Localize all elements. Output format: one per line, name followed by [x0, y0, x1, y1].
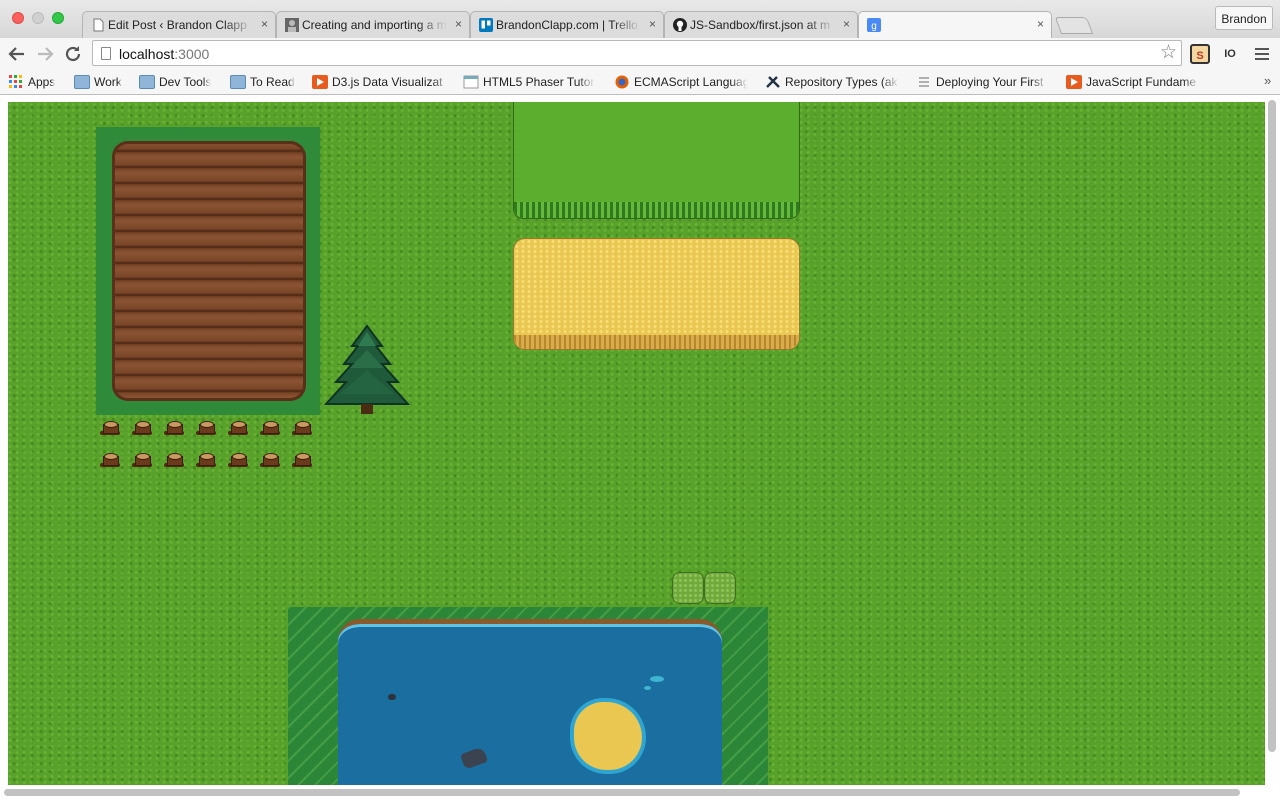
pond-water: [338, 619, 722, 785]
tree-stump: [132, 452, 152, 468]
bush: [704, 572, 736, 604]
water-ripple: [650, 676, 664, 682]
s-extension-icon[interactable]: S: [1190, 44, 1210, 64]
tree-stump: [292, 420, 312, 436]
page-icon: [101, 47, 111, 60]
tree-stump: [228, 420, 248, 436]
tab-trello[interactable]: BrandonClapp.com | Trello ×: [470, 11, 664, 38]
tall-grass-patch: [513, 102, 800, 219]
reload-icon: [65, 46, 81, 62]
tab-label: BrandonClapp.com | Trello: [496, 18, 638, 32]
pine-tree: [324, 324, 410, 414]
bookmark-ecmascript[interactable]: ECMAScript Languag: [614, 73, 750, 91]
tab-close-icon[interactable]: ×: [649, 17, 656, 31]
github-icon: [673, 18, 687, 32]
avatar-icon: [285, 18, 299, 32]
large-rock: [459, 746, 489, 770]
tab-label: Edit Post ‹ Brandon Clapp: [108, 18, 247, 32]
bookmarks-overflow-button[interactable]: »: [1264, 73, 1271, 88]
tree-stump: [164, 420, 184, 436]
page-viewport: [0, 95, 1280, 800]
bookmark-apps[interactable]: Apps: [8, 73, 62, 91]
small-rock: [388, 694, 396, 700]
window-maximize-button[interactable]: [52, 12, 64, 24]
io-extension-icon[interactable]: IO: [1220, 44, 1240, 64]
bookmark-deploying[interactable]: Deploying Your First: [916, 73, 1050, 91]
folder-icon: [74, 75, 90, 89]
bookmark-star-icon[interactable]: ☆: [1160, 42, 1177, 64]
firefox-icon: [615, 75, 629, 89]
list-icon: [919, 77, 929, 87]
tree-stump: [228, 452, 248, 468]
tree-stump: [292, 452, 312, 468]
bookmark-to-read[interactable]: To Read: [230, 73, 302, 91]
tree-stump: [132, 420, 152, 436]
tree-stump: [260, 452, 280, 468]
window-close-button[interactable]: [12, 12, 24, 24]
tab-close-icon[interactable]: ×: [455, 17, 462, 31]
farm-plot: [96, 127, 320, 415]
tilled-soil: [112, 141, 306, 401]
tree-stump: [196, 420, 216, 436]
forward-button[interactable]: [34, 43, 56, 65]
tree-stump: [164, 452, 184, 468]
tab-strip: Edit Post ‹ Brandon Clapp × Creating and…: [0, 0, 1280, 39]
tab-edit-post[interactable]: Edit Post ‹ Brandon Clapp ×: [82, 11, 276, 38]
tab-close-icon[interactable]: ×: [843, 17, 850, 31]
bookmark-d3js[interactable]: D3.js Data Visualizat: [312, 73, 450, 91]
tab-active-localhost[interactable]: g ×: [858, 11, 1052, 39]
tab-label: JS-Sandbox/first.json at m: [690, 18, 831, 32]
sand-island: [574, 702, 642, 770]
svg-text:g: g: [871, 21, 877, 32]
page-icon: [463, 75, 479, 89]
vertical-scrollbar[interactable]: [1268, 100, 1276, 752]
apps-grid-icon: [9, 75, 22, 88]
horizontal-scrollbar[interactable]: [4, 789, 1240, 796]
tree-stump: [196, 452, 216, 468]
browser-toolbar: localhost:3000 ☆ S IO: [0, 38, 1280, 70]
arrow-left-icon: [8, 47, 24, 61]
trello-icon: [479, 18, 493, 32]
bookmarks-bar: Apps Work Dev Tools To Read D3.js Data V…: [0, 70, 1280, 95]
address-bar[interactable]: localhost:3000 ☆: [92, 40, 1182, 66]
tab-close-icon[interactable]: ×: [261, 17, 268, 31]
menu-icon[interactable]: [1253, 45, 1271, 63]
tree-stump: [260, 420, 280, 436]
play-icon: [1066, 75, 1082, 89]
tab-github[interactable]: JS-Sandbox/first.json at m ×: [664, 11, 858, 38]
bookmark-javascript-fundamentals[interactable]: JavaScript Fundame: [1066, 73, 1200, 91]
tab-creating-importing[interactable]: Creating and importing a m ×: [276, 11, 470, 38]
folder-icon: [139, 75, 155, 89]
url-text[interactable]: localhost:3000: [119, 46, 209, 62]
water-ripple: [644, 686, 651, 690]
play-icon: [312, 75, 328, 89]
bush: [672, 572, 704, 604]
tree-stump: [100, 420, 120, 436]
bookmark-repository-types[interactable]: Repository Types (ak: [765, 73, 901, 91]
bookmark-work[interactable]: Work: [74, 73, 130, 91]
tree-stump: [100, 452, 120, 468]
reload-button[interactable]: [62, 43, 84, 65]
arrow-right-icon: [38, 47, 54, 61]
back-button[interactable]: [6, 43, 28, 65]
document-icon: [93, 18, 104, 32]
bookmark-dev-tools[interactable]: Dev Tools: [139, 73, 219, 91]
bookmark-phaser[interactable]: HTML5 Phaser Tutor: [463, 73, 597, 91]
tools-icon: [766, 76, 780, 88]
window-minimize-button[interactable]: [32, 12, 44, 24]
profile-button[interactable]: Brandon: [1215, 6, 1273, 30]
tab-label: Creating and importing a m: [302, 18, 447, 32]
game-canvas[interactable]: [8, 102, 1265, 785]
tab-close-icon[interactable]: ×: [1037, 17, 1044, 31]
wheat-field: [513, 238, 800, 350]
google-icon: g: [867, 18, 881, 32]
pond: [288, 607, 768, 785]
folder-icon: [230, 75, 246, 89]
new-tab-button[interactable]: [1054, 17, 1094, 34]
